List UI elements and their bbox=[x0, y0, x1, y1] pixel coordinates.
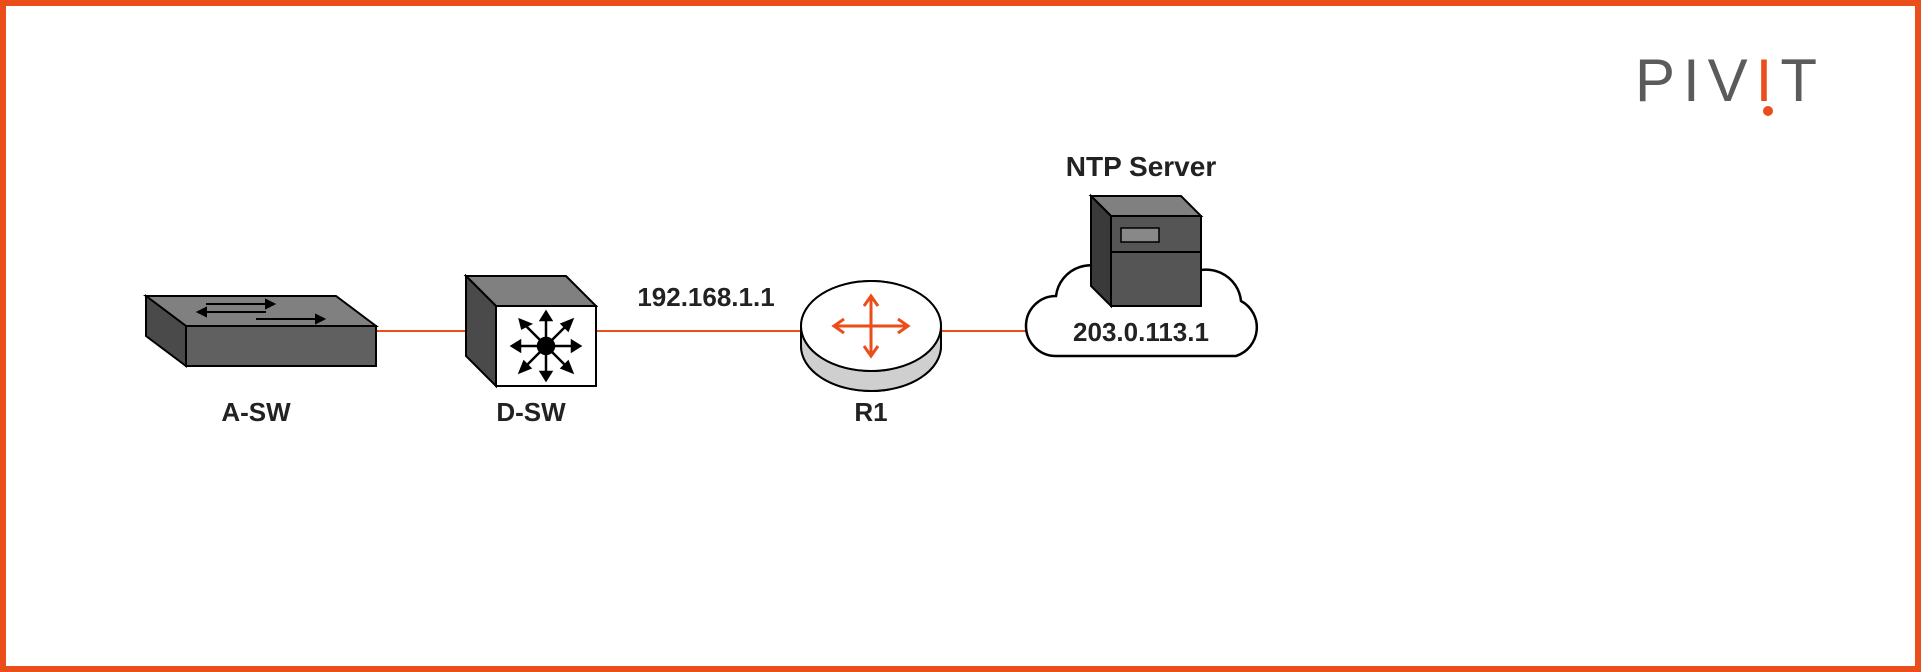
brand-text-2: T bbox=[1780, 47, 1825, 114]
brand-dot-icon bbox=[1763, 106, 1773, 116]
server-ip-label: 203.0.113.1 bbox=[1073, 317, 1209, 347]
asw-label: A-SW bbox=[221, 397, 291, 427]
brand-accent: I bbox=[1756, 47, 1781, 114]
server-icon bbox=[1091, 196, 1201, 306]
ntp-server-node: NTP Server 203.0.113.1 bbox=[1026, 151, 1257, 356]
r1-ip-label: 192.168.1.1 bbox=[637, 282, 774, 312]
l3switch-icon bbox=[466, 276, 596, 386]
diagram-frame: PIVIT bbox=[0, 0, 1921, 672]
router-icon bbox=[801, 281, 941, 391]
brand-text-1: PIV bbox=[1635, 47, 1756, 114]
access-switch: A-SW bbox=[146, 296, 376, 427]
distribution-switch: D-SW bbox=[466, 276, 596, 427]
brand-logo: PIVIT bbox=[1635, 46, 1825, 115]
router: R1 bbox=[801, 281, 941, 427]
switch-icon bbox=[146, 296, 376, 366]
r1-label: R1 bbox=[854, 397, 887, 427]
dsw-label: D-SW bbox=[496, 397, 566, 427]
ntp-title: NTP Server bbox=[1066, 151, 1217, 182]
topology-diagram: A-SW bbox=[6, 6, 1915, 666]
